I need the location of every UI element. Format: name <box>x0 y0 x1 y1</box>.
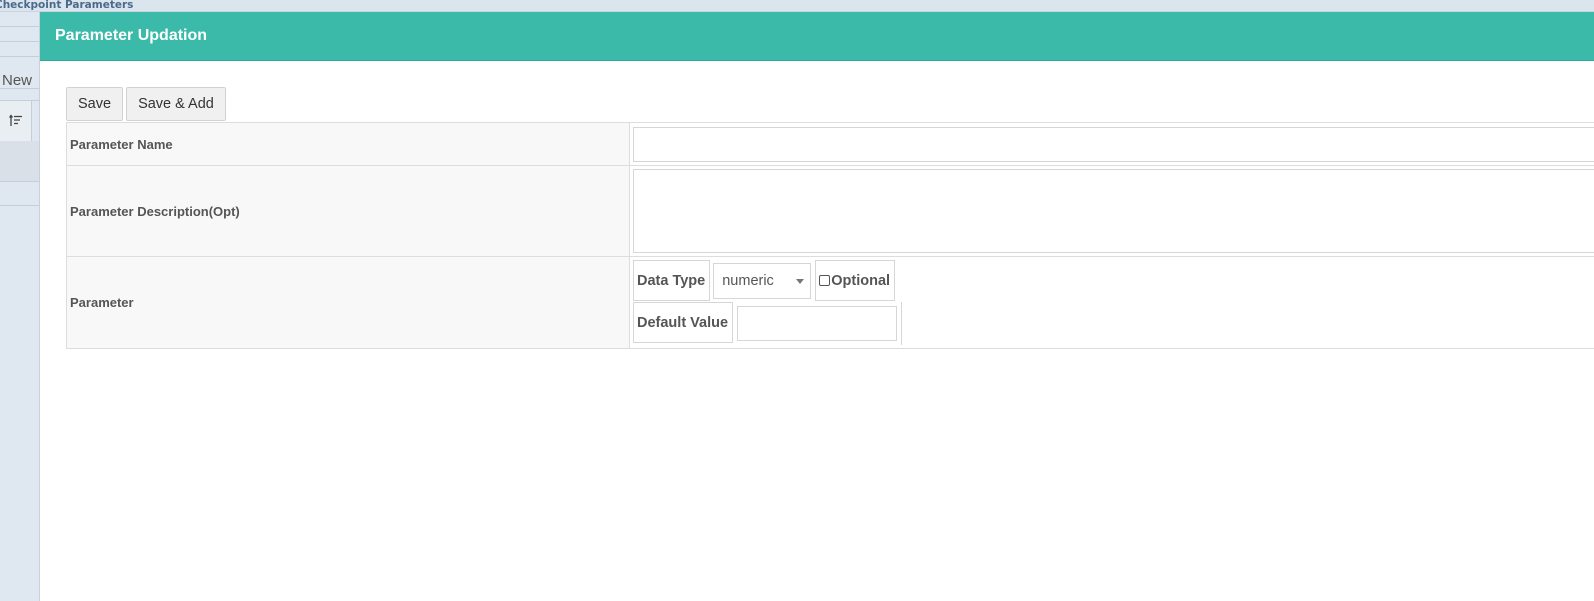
parameter-form: Parameter Name Parameter Description(Opt… <box>66 122 1594 349</box>
divider <box>0 26 40 27</box>
background-row <box>0 141 40 181</box>
data-type-row: Data Type numeric Optional <box>633 260 1594 301</box>
divider <box>0 88 40 89</box>
data-type-value: numeric <box>722 272 774 289</box>
breadcrumb: Checkpoint Parameters <box>0 0 1594 12</box>
data-type-select[interactable]: numeric <box>713 262 812 299</box>
optional-checkbox[interactable] <box>819 275 831 286</box>
parameter-label: Parameter <box>66 256 630 349</box>
modal-title: Parameter Updation <box>55 27 208 44</box>
divider <box>0 41 40 42</box>
default-value-label: Default Value <box>633 302 734 343</box>
divider <box>901 302 903 345</box>
form-row-parameter: Parameter Data Type numeric Optional Def… <box>66 256 1594 349</box>
optional-label: Optional <box>831 272 891 289</box>
sort-button[interactable] <box>0 101 32 141</box>
form-row-description: Parameter Description(Opt) <box>66 165 1594 257</box>
breadcrumb-label: Checkpoint Parameters <box>0 0 134 11</box>
parameter-cell: Data Type numeric Optional Default Value <box>629 256 1594 349</box>
parameter-modal: Parameter Updation Save Save & Add Param… <box>39 12 1594 601</box>
form-row-name: Parameter Name <box>66 122 1594 166</box>
default-value-input[interactable] <box>737 306 898 341</box>
modal-header: Parameter Updation <box>40 12 1594 61</box>
sort-ascending-icon <box>8 114 22 126</box>
parameter-name-cell <box>629 122 1594 166</box>
caret-down-icon <box>796 278 805 284</box>
parameter-description-label: Parameter Description(Opt) <box>66 165 630 257</box>
default-value-row: Default Value <box>633 302 1594 345</box>
parameter-description-textarea[interactable] <box>633 169 1594 253</box>
background-sidebar: New <box>0 12 40 601</box>
parameter-description-cell <box>629 165 1594 257</box>
data-type-label: Data Type <box>633 260 711 301</box>
divider <box>0 56 40 57</box>
new-button[interactable]: New <box>2 72 32 89</box>
save-and-add-button[interactable]: Save & Add <box>126 87 226 121</box>
divider <box>0 205 40 206</box>
parameter-name-input[interactable] <box>633 126 1594 162</box>
modal-toolbar: Save Save & Add <box>66 87 226 121</box>
optional-field: Optional <box>815 260 896 301</box>
parameter-name-label: Parameter Name <box>66 122 630 166</box>
divider <box>0 181 40 182</box>
save-button[interactable]: Save <box>66 87 124 121</box>
